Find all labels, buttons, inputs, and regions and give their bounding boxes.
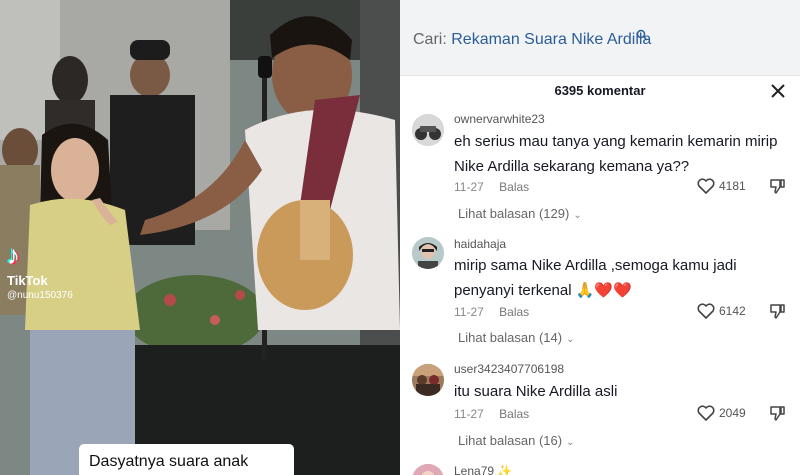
search-query-link[interactable]: Rekaman Suara Nike Ardilla [451, 31, 651, 48]
close-icon[interactable] [768, 81, 788, 101]
like-count: 4181 [719, 179, 746, 193]
view-replies-label: Lihat balasan (14) [458, 330, 563, 345]
search-bar[interactable]: Cari: Rekaman Suara Nike Ardilla [400, 0, 800, 76]
chevron-down-icon: ⌄ [566, 334, 575, 345]
comment-text-line: mirip sama Nike Ardilla ,semoga kamu jad… [454, 257, 737, 274]
search-icon[interactable] [636, 29, 648, 41]
like-count: 2049 [719, 406, 746, 420]
creator-handle: @nunu150376 [7, 290, 73, 301]
avatar[interactable] [412, 237, 444, 269]
thumbs-down-icon[interactable] [768, 302, 786, 320]
chevron-down-icon: ⌄ [573, 210, 582, 221]
tiktok-watermark: ♪ TikTok @nunu150376 [7, 242, 73, 302]
like-count: 6142 [719, 304, 746, 318]
avatar[interactable] [412, 114, 444, 146]
comment-username[interactable]: ownervarwhite23 [454, 112, 545, 126]
like-button[interactable]: 2049 [696, 403, 746, 423]
thumbs-down-icon[interactable] [768, 404, 786, 422]
comment-username[interactable]: Lena79 ✨ [454, 464, 512, 475]
like-button[interactable]: 6142 [696, 301, 746, 321]
thumbs-down-icon[interactable] [768, 177, 786, 195]
view-replies-label: Lihat balasan (16) [458, 433, 563, 448]
comment-date: 11-27 [454, 305, 484, 319]
comment-text-line: eh serius mau tanya yang kemarin kemarin… [454, 133, 778, 150]
search-prefix: Cari: [413, 31, 447, 48]
comment-meta: 11-27 Balas [454, 180, 529, 194]
search-suggestion[interactable]: Cari: Rekaman Suara Nike Ardilla [413, 31, 651, 49]
view-replies-link[interactable]: Lihat balasan (129) ⌄ [458, 206, 582, 221]
comment-meta: 11-27 Balas [454, 305, 529, 319]
tiktok-note-icon: ♪ [7, 240, 20, 270]
avatar[interactable] [412, 464, 444, 475]
view-replies-link[interactable]: Lihat balasan (14) ⌄ [458, 330, 574, 345]
comment-username[interactable]: haidahaja [454, 237, 506, 251]
video-frame-image [0, 0, 400, 475]
comment-date: 11-27 [454, 407, 484, 421]
comment-date: 11-27 [454, 180, 484, 194]
comment-count: 6395 komentar [554, 83, 646, 98]
comment-text-line: itu suara Nike Ardilla asli [454, 383, 618, 400]
avatar[interactable] [412, 364, 444, 396]
comment-username[interactable]: user3423407706198 [454, 362, 564, 376]
like-button[interactable]: 4181 [696, 176, 746, 196]
reply-button[interactable]: Balas [499, 180, 529, 194]
tiktok-logo-text: TikTok [7, 273, 48, 288]
reply-button[interactable]: Balas [499, 407, 529, 421]
comments-panel: Cari: Rekaman Suara Nike Ardilla 6395 ko… [400, 0, 800, 475]
chevron-down-icon: ⌄ [566, 437, 575, 448]
comment-meta: 11-27 Balas [454, 407, 529, 421]
view-replies-link[interactable]: Lihat balasan (16) ⌄ [458, 433, 574, 448]
reply-button[interactable]: Balas [499, 305, 529, 319]
heart-outline-icon [697, 405, 715, 421]
heart-outline-icon [697, 303, 715, 319]
heart-outline-icon [697, 178, 715, 194]
video-caption: Dasyatnya suara anak [79, 444, 294, 475]
video-player[interactable]: ♪ TikTok @nunu150376 Dasyatnya suara ana… [0, 0, 400, 475]
view-replies-label: Lihat balasan (129) [458, 206, 570, 221]
